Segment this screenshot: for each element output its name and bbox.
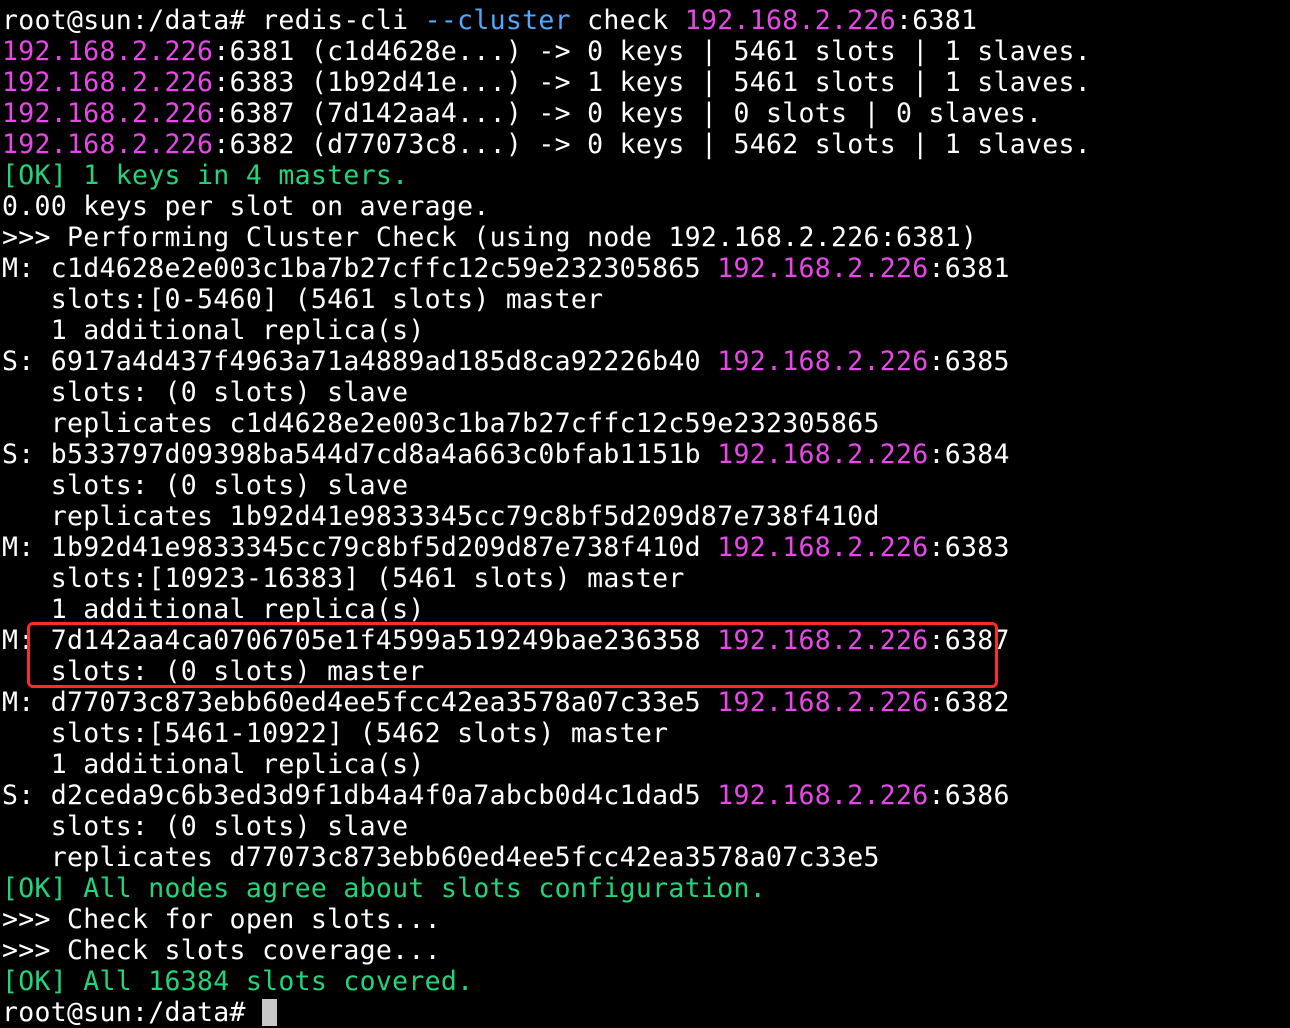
node-ip: 192.168.2.226 xyxy=(2,129,214,160)
node-header-line: S: d2ceda9c6b3ed3d9f1db4a4f0a7abcb0d4c1d… xyxy=(0,780,1290,811)
node-port: :6384 xyxy=(928,439,1010,470)
prompt: root@sun:/data# xyxy=(2,5,263,36)
node-replica-line: replicates 1b92d41e9833345cc79c8bf5d209d… xyxy=(2,501,880,532)
node-slots-line: slots: (0 slots) slave xyxy=(2,811,409,842)
node-replica-line: 1 additional replica(s) xyxy=(2,594,425,625)
node-port: :6386 xyxy=(928,780,1010,811)
node-slots-line: slots:[10923-16383] (5461 slots) master xyxy=(2,563,685,594)
node-port: :6382 xyxy=(928,687,1010,718)
node-id: M: 1b92d41e9833345cc79c8bf5d209d87e738f4… xyxy=(2,532,718,563)
command-ip: 192.168.2.226 xyxy=(684,5,897,36)
node-ip: 192.168.2.226 xyxy=(717,253,929,284)
node-port: :6387 xyxy=(928,625,1010,656)
node-header-line: M: 1b92d41e9833345cc79c8bf5d209d87e738f4… xyxy=(0,532,1290,563)
performing-check-message: >>> Performing Cluster Check (using node… xyxy=(2,222,978,253)
node-header-line: S: 6917a4d437f4963a71a4889ad185d8ca92226… xyxy=(0,346,1290,377)
ok-agree-message: [OK] All nodes agree about slots configu… xyxy=(2,873,766,904)
command-args: check xyxy=(570,5,685,36)
node-ip: 192.168.2.226 xyxy=(717,532,929,563)
command-port: :6381 xyxy=(896,5,978,36)
node-ip: 192.168.2.226 xyxy=(717,439,929,470)
node-ip: 192.168.2.226 xyxy=(717,625,929,656)
node-summary-line: 192.168.2.226:6383 (1b92d41e...) -> 1 ke… xyxy=(0,67,1290,98)
node-summary-text: :6381 (c1d4628e...) -> 0 keys | 5461 slo… xyxy=(213,36,1092,67)
node-slots-line: slots:[5461-10922] (5462 slots) master xyxy=(2,718,669,749)
node-id: S: 6917a4d437f4963a71a4889ad185d8ca92226… xyxy=(2,346,718,377)
node-port: :6385 xyxy=(928,346,1010,377)
node-id: S: d2ceda9c6b3ed3d9f1db4a4f0a7abcb0d4c1d… xyxy=(2,780,718,811)
node-header-line: M: 7d142aa4ca0706705e1f4599a519249bae236… xyxy=(0,625,1290,656)
node-id: M: c1d4628e2e003c1ba7b27cffc12c59e232305… xyxy=(2,253,718,284)
node-ip: 192.168.2.226 xyxy=(2,36,214,67)
node-id: S: b533797d09398ba544d7cd8a4a663c0bfab11… xyxy=(2,439,718,470)
terminal-window[interactable]: root@sun:/data# redis-cli --cluster chec… xyxy=(0,0,1290,1028)
node-summary-text: :6387 (7d142aa4...) -> 0 keys | 0 slots … xyxy=(213,98,1043,129)
node-replica-line: 1 additional replica(s) xyxy=(2,315,425,346)
check-coverage-message: >>> Check slots coverage... xyxy=(2,935,441,966)
ok-keys-message: [OK] 1 keys in 4 masters. xyxy=(2,160,409,191)
node-port: :6383 xyxy=(928,532,1010,563)
ok-covered-message: [OK] All 16384 slots covered. xyxy=(2,966,474,997)
command-flag: --cluster xyxy=(424,5,571,36)
node-summary-line: 192.168.2.226:6382 (d77073c8...) -> 0 ke… xyxy=(0,129,1290,160)
avg-keys-message: 0.00 keys per slot on average. xyxy=(2,191,490,222)
node-header-line: S: b533797d09398ba544d7cd8a4a663c0bfab11… xyxy=(0,439,1290,470)
cursor xyxy=(262,999,278,1026)
node-port: :6381 xyxy=(928,253,1010,284)
command-line: root@sun:/data# redis-cli --cluster chec… xyxy=(0,5,1290,36)
node-ip: 192.168.2.226 xyxy=(2,67,214,98)
node-summary-text: :6382 (d77073c8...) -> 0 keys | 5462 slo… xyxy=(213,129,1092,160)
node-ip: 192.168.2.226 xyxy=(717,346,929,377)
input-line[interactable]: root@sun:/data# xyxy=(0,997,1290,1028)
prompt: root@sun:/data# xyxy=(2,997,263,1028)
node-ip: 192.168.2.226 xyxy=(717,687,929,718)
node-replica-line: 1 additional replica(s) xyxy=(2,749,425,780)
node-ip: 192.168.2.226 xyxy=(717,780,929,811)
node-slots-line: slots: (0 slots) slave xyxy=(2,470,409,501)
command-program: redis-cli xyxy=(262,5,425,36)
node-header-line: M: d77073c873ebb60ed4ee5fcc42ea3578a07c3… xyxy=(0,687,1290,718)
node-ip: 192.168.2.226 xyxy=(2,98,214,129)
node-slots-line: slots:[0-5460] (5461 slots) master xyxy=(2,284,604,315)
node-id: M: 7d142aa4ca0706705e1f4599a519249bae236… xyxy=(2,625,718,656)
node-replica-line: replicates d77073c873ebb60ed4ee5fcc42ea3… xyxy=(2,842,880,873)
node-replica-line: replicates c1d4628e2e003c1ba7b27cffc12c5… xyxy=(2,408,880,439)
node-summary-text: :6383 (1b92d41e...) -> 1 keys | 5461 slo… xyxy=(213,67,1092,98)
node-summary-line: 192.168.2.226:6381 (c1d4628e...) -> 0 ke… xyxy=(0,36,1290,67)
node-slots-line: slots: (0 slots) master xyxy=(2,656,425,687)
node-summary-line: 192.168.2.226:6387 (7d142aa4...) -> 0 ke… xyxy=(0,98,1290,129)
node-id: M: d77073c873ebb60ed4ee5fcc42ea3578a07c3… xyxy=(2,687,718,718)
node-slots-line: slots: (0 slots) slave xyxy=(2,377,409,408)
node-header-line: M: c1d4628e2e003c1ba7b27cffc12c59e232305… xyxy=(0,253,1290,284)
check-open-slots-message: >>> Check for open slots... xyxy=(2,904,441,935)
